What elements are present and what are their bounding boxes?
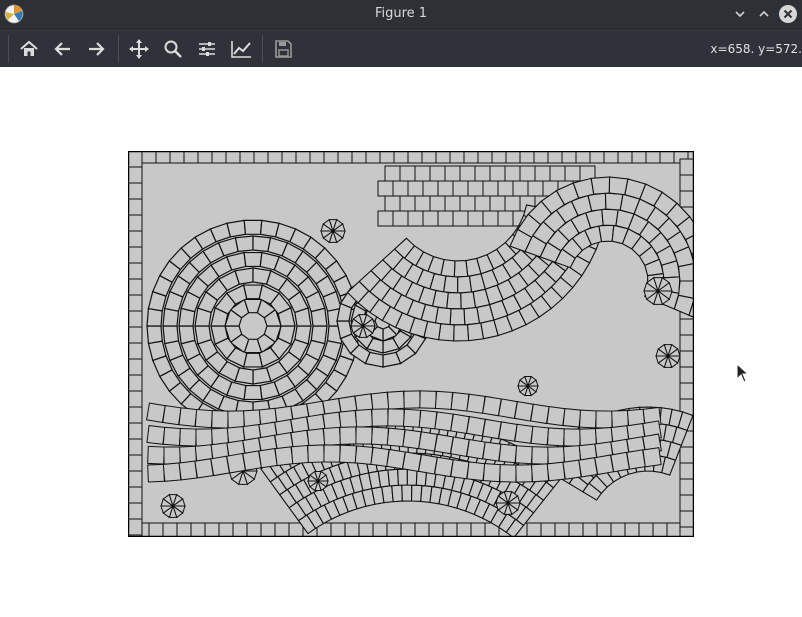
close-button[interactable] — [778, 4, 798, 24]
close-icon — [779, 5, 797, 23]
toolbar-separator — [262, 35, 263, 63]
back-button[interactable] — [50, 36, 76, 62]
configure-subplots-button[interactable] — [194, 36, 220, 62]
zoom-button[interactable] — [160, 36, 186, 62]
toolbar-separator — [118, 35, 119, 63]
sliders-icon — [199, 42, 215, 56]
title-bar: Figure 1 — [0, 0, 802, 28]
cursor-coordinates: x=658. y=572. — [710, 42, 802, 56]
navigation-toolbar: x=658. y=572. — [0, 28, 802, 68]
save-button[interactable] — [270, 36, 296, 62]
pan-button[interactable] — [126, 36, 152, 62]
figure-canvas[interactable] — [0, 67, 802, 617]
mosaic-image-axes — [128, 151, 694, 537]
floppy-disk-icon — [275, 40, 292, 58]
chevron-down-icon — [735, 11, 745, 18]
home-icon — [20, 40, 38, 56]
home-button[interactable] — [16, 36, 42, 62]
magnifier-icon — [164, 40, 182, 58]
move-icon — [129, 39, 149, 59]
edit-axes-button[interactable] — [228, 36, 254, 62]
maximize-button[interactable] — [754, 4, 774, 24]
line-chart-icon — [231, 41, 251, 58]
arrow-right-icon — [89, 42, 105, 56]
arrow-left-icon — [54, 42, 70, 56]
toolbar-separator — [8, 35, 9, 63]
mouse-pointer-icon — [736, 363, 750, 383]
window-title: Figure 1 — [374, 6, 428, 21]
forward-button[interactable] — [83, 36, 109, 62]
chevron-up-icon — [759, 10, 769, 17]
minimize-button[interactable] — [730, 4, 750, 24]
